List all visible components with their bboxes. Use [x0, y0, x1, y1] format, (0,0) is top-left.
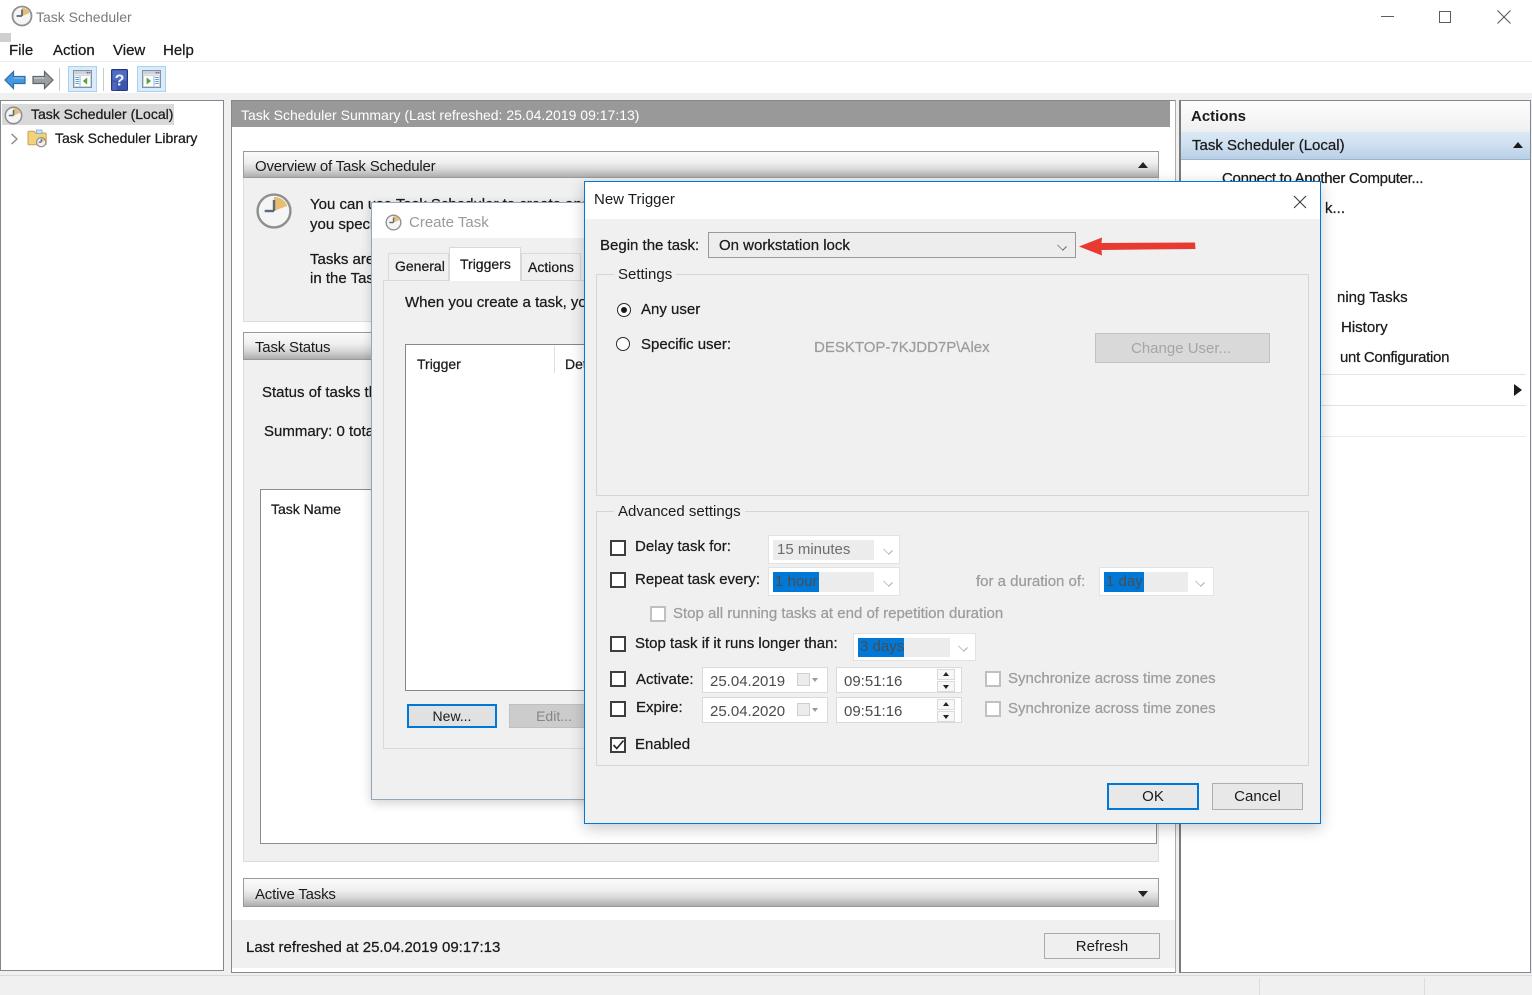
svg-text:?: ?: [115, 73, 125, 90]
